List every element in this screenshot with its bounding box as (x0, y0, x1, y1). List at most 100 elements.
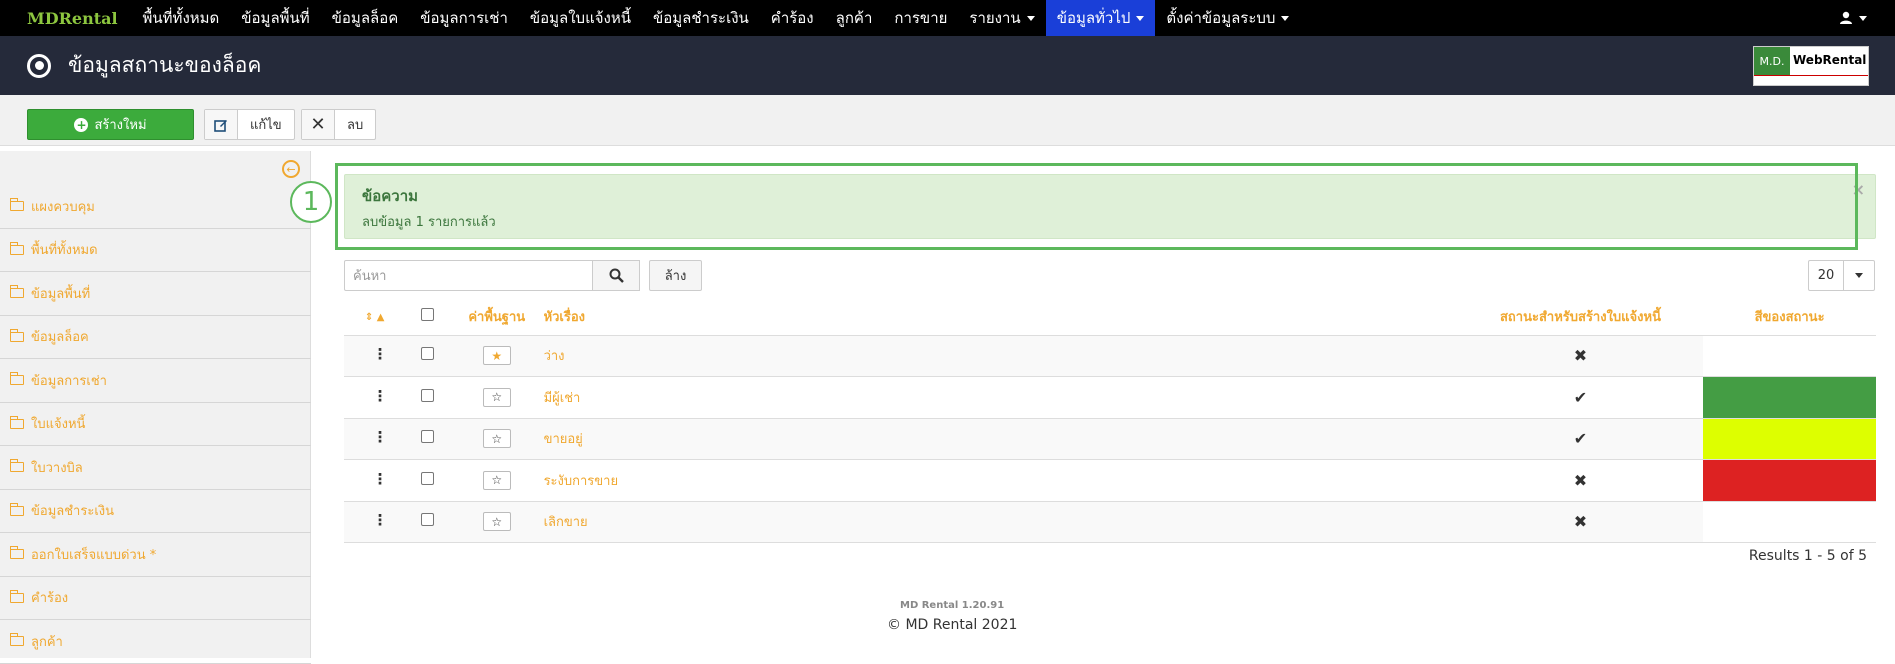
sidebar-item[interactable]: แผงควบคุม (0, 185, 311, 229)
default-star-empty-icon[interactable]: ☆ (482, 429, 511, 449)
row-title-link[interactable]: มีผู้เช่า (544, 391, 581, 406)
default-star-filled-icon[interactable]: ★ (482, 346, 511, 366)
nav-item-label: ตั้งค่าข้อมูลระบบ (1166, 9, 1276, 27)
delete-button[interactable]: ✕ ลบ (301, 109, 377, 140)
default-column-header[interactable]: ค่าพื้นฐาน (449, 298, 544, 336)
row-select-cell (405, 335, 450, 377)
drag-handle-icon[interactable]: ⋮ (373, 430, 388, 445)
row-drag-cell: ⋮ (344, 335, 406, 377)
status-color-swatch (1703, 501, 1876, 542)
row-title-cell: เลิกขาย (543, 501, 1458, 543)
row-drag-cell: ⋮ (344, 459, 406, 502)
logo-underline (1754, 75, 1868, 85)
clear-button[interactable]: ล้าง (649, 260, 702, 291)
row-checkbox[interactable] (421, 347, 435, 361)
row-title-link[interactable]: ขายอยู่ (544, 432, 583, 447)
row-title-link[interactable]: ว่าง (544, 349, 565, 364)
x-icon: ✖ (1573, 512, 1588, 532)
nav-item[interactable]: ข้อมูลทั่วไป (1045, 0, 1156, 36)
sort-order-header[interactable]: ⇕ ▲ (344, 298, 406, 336)
footer-version: MD Rental 1.20.91 (900, 600, 1005, 611)
nav-item[interactable]: ข้อมูลการเช่า (409, 0, 519, 36)
row-color-cell (1703, 335, 1876, 377)
nav-item[interactable]: รายงาน (958, 0, 1045, 36)
title-column-header[interactable]: หัวเรื่อง (543, 298, 1458, 336)
table-row: ⋮ ☆ ระงับการขาย ✖ (344, 459, 1876, 502)
nav-item-label: ลูกค้า (835, 9, 873, 27)
nav-item-label: ข้อมูลพื้นที่ (241, 9, 310, 27)
sidebar-item[interactable]: ลูกค้า (0, 620, 311, 664)
create-button[interactable]: + สร้างใหม่ (27, 109, 194, 140)
folder-icon (9, 285, 24, 299)
chevron-down-icon (1136, 15, 1145, 21)
sidebar-item[interactable]: ออกใบเสร็จแบบด่วน * (0, 533, 311, 577)
nav-item[interactable]: ข้อมูลชำระเงิน (642, 0, 760, 36)
user-menu[interactable] (1839, 0, 1867, 36)
folder-icon (9, 546, 24, 560)
status-color-column-header[interactable]: สีของสถานะ (1703, 298, 1876, 336)
drag-handle-icon[interactable]: ⋮ (373, 513, 388, 528)
row-invoice-status-cell: ✖ (1457, 459, 1704, 502)
row-drag-cell: ⋮ (344, 501, 406, 543)
sidebar-item-label: ข้อมูลชำระเงิน (31, 504, 114, 520)
nav-item[interactable]: ตั้งค่าข้อมูลระบบ (1155, 0, 1300, 36)
sidebar-item[interactable]: ใบแจ้งหนี้ (0, 403, 311, 446)
nav-item[interactable]: คำร้อง (760, 0, 825, 36)
status-color-swatch (1703, 460, 1876, 501)
row-checkbox[interactable] (421, 513, 435, 527)
invoice-status-column-header[interactable]: สถานะสำหรับสร้างใบแจ้งหนี้ (1457, 298, 1704, 336)
sidebar-item[interactable]: ข้อมูลพื้นที่ (0, 272, 311, 316)
row-drag-cell: ⋮ (344, 418, 406, 460)
sidebar-item[interactable]: ใบวางบิล (0, 446, 311, 490)
sidebar-item[interactable]: คำร้อง (0, 577, 311, 620)
sort-icon: ⇕ ▲ (364, 311, 385, 323)
brand-logo[interactable]: MDRental (0, 9, 132, 28)
default-star-empty-icon[interactable]: ☆ (482, 387, 511, 407)
row-checkbox[interactable] (421, 430, 435, 444)
row-checkbox[interactable] (421, 388, 435, 402)
default-star-empty-icon[interactable]: ☆ (482, 512, 511, 532)
nav-item[interactable]: ข้อมูลล็อค (321, 0, 410, 36)
nav-item-label: ข้อมูลใบแจ้งหนี้ (529, 9, 632, 27)
drag-handle-icon[interactable]: ⋮ (373, 388, 388, 403)
nav-item[interactable]: พื้นที่ทั้งหมด (132, 0, 231, 36)
status-table: ⇕ ▲ ค่าพื้นฐาน หัวเรื่อง สถานะสำหรับสร้า… (344, 298, 1876, 543)
sidebar-item[interactable]: ข้อมูลการเช่า (0, 359, 311, 403)
sidebar-item-label: ข้อมูลการเช่า (31, 373, 107, 389)
delete-button-label: ลบ (347, 118, 364, 133)
default-star-empty-icon[interactable]: ☆ (482, 470, 511, 490)
drag-handle-icon[interactable]: ⋮ (373, 471, 388, 486)
nav-item[interactable]: ข้อมูลพื้นที่ (230, 0, 320, 36)
row-title-link[interactable]: เลิกขาย (544, 515, 588, 530)
nav-item-label: ข้อมูลชำระเงิน (653, 9, 749, 27)
row-color-cell (1703, 501, 1876, 543)
nav-item[interactable]: ข้อมูลใบแจ้งหนี้ (519, 0, 642, 36)
chevron-down-icon (1859, 15, 1867, 21)
row-title-cell: ว่าง (543, 335, 1458, 377)
row-default-cell: ☆ (449, 376, 544, 419)
page-header: ข้อมูลสถานะของล็อค M.D. WebRental (0, 36, 1895, 95)
row-checkbox[interactable] (421, 471, 435, 485)
select-all-checkbox[interactable] (421, 307, 435, 321)
top-navbar: MDRental พื้นที่ทั้งหมด ข้อมูลพื้นที่ ข้อม… (0, 0, 1895, 36)
page-size-select[interactable]: 20 (1808, 260, 1875, 291)
annotation-number-badge: 1 (290, 181, 332, 223)
search-button[interactable] (592, 260, 640, 291)
row-invoice-status-cell: ✖ (1457, 335, 1704, 377)
folder-icon (9, 328, 24, 342)
nav-item[interactable]: ลูกค้า (825, 0, 884, 36)
row-title-link[interactable]: ระงับการขาย (544, 474, 619, 489)
x-icon: ✖ (1573, 470, 1588, 490)
drag-handle-icon[interactable]: ⋮ (373, 347, 388, 362)
search-input[interactable]: ค้นหา (344, 260, 593, 291)
sidebar-item[interactable]: ข้อมูลล็อค (0, 316, 311, 359)
edit-button[interactable]: แก้ไข (204, 109, 295, 140)
collapse-sidebar-icon[interactable]: ← (282, 160, 300, 178)
sidebar-item[interactable]: พื้นที่ทั้งหมด (0, 229, 311, 272)
sidebar-item-label: ข้อมูลล็อค (31, 330, 89, 346)
sidebar-item[interactable]: ข้อมูลชำระเงิน (0, 490, 311, 533)
folder-icon (9, 198, 24, 212)
page-size-value: 20 (1809, 261, 1844, 290)
nav-item[interactable]: การขาย (883, 0, 958, 36)
annotation-highlight-box (335, 163, 1858, 250)
